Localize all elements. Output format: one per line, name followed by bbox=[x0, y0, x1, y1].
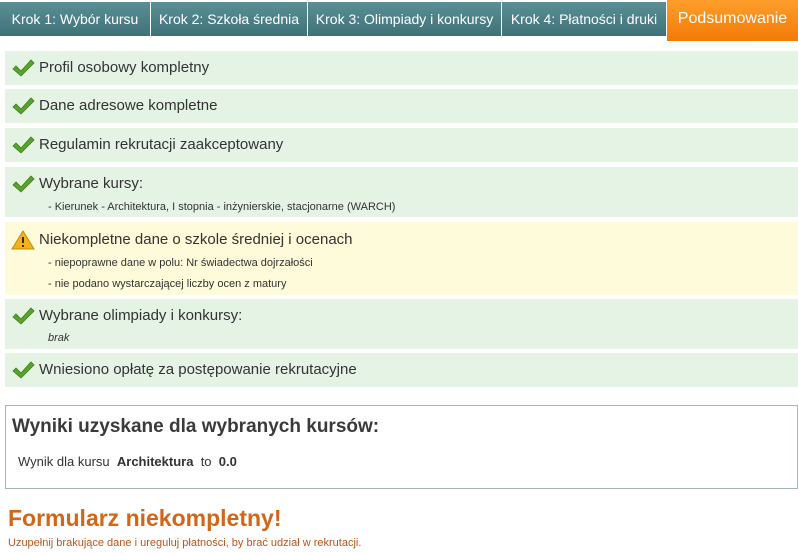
result-course: Architektura bbox=[116, 454, 194, 469]
status-title: Niekompletne dane o szkole średniej i oc… bbox=[39, 231, 353, 248]
form-incomplete-title: Formularz niekompletny! bbox=[8, 505, 282, 531]
status-row-payment: Wniesiono opłatę za postępowanie rekruta… bbox=[5, 352, 798, 387]
status-title: Regulamin rekrutacji zaakceptowany bbox=[39, 136, 284, 153]
checkmark-icon bbox=[12, 361, 35, 379]
status-detail: - niepoprawne dane w polu: Nr świadectwa… bbox=[48, 257, 313, 269]
tab-step-3[interactable]: Krok 3: Olimpiady i konkursy bbox=[308, 2, 502, 36]
status-row-regulations: Regulamin rekrutacji zaakceptowany bbox=[5, 127, 798, 162]
status-row-school: Niekompletne dane o szkole średniej i oc… bbox=[5, 221, 798, 295]
status-detail: brak bbox=[48, 332, 70, 344]
result-middle: to bbox=[200, 454, 212, 469]
tab-step-2[interactable]: Krok 2: Szkoła średnia bbox=[151, 2, 308, 36]
status-row-olympiads: Wybrane olimpiady i konkursy: brak bbox=[5, 298, 798, 349]
status-detail: - Kierunek - Architektura, I stopnia - i… bbox=[48, 201, 396, 213]
tab-summary[interactable]: Podsumowanie bbox=[667, 0, 798, 41]
checkmark-icon bbox=[12, 97, 35, 115]
result-score: 0.0 bbox=[218, 454, 237, 469]
step-tabs: Krok 1: Wybór kursu Krok 2: Szkoła średn… bbox=[0, 0, 798, 41]
status-title: Dane adresowe kompletne bbox=[39, 97, 218, 114]
status-row-courses: Wybrane kursy: - Kierunek - Architektura… bbox=[5, 166, 798, 217]
status-detail: - nie podano wystarczającej liczby ocen … bbox=[48, 278, 287, 290]
tab-step-1[interactable]: Krok 1: Wybór kursu bbox=[0, 2, 151, 36]
status-row-address: Dane adresowe kompletne bbox=[5, 88, 798, 123]
status-title: Wybrane kursy: bbox=[39, 175, 144, 192]
result-prefix: Wynik dla kursu bbox=[18, 454, 110, 469]
checkmark-icon bbox=[12, 307, 35, 325]
results-panel: Wyniki uzyskane dla wybranych kursów: Wy… bbox=[5, 405, 798, 489]
status-title: Wybrane olimpiady i konkursy: bbox=[39, 307, 243, 324]
result-line: Wynik dla kursu Architektura to 0.0 bbox=[18, 454, 237, 469]
form-incomplete-note: Uzupełnij brakujące dane i ureguluj płat… bbox=[8, 537, 362, 549]
status-title: Profil osobowy kompletny bbox=[39, 59, 210, 76]
tab-step-4[interactable]: Krok 4: Płatności i druki bbox=[502, 2, 667, 36]
warning-icon bbox=[11, 230, 35, 250]
checkmark-icon bbox=[12, 175, 35, 193]
status-title: Wniesiono opłatę za postępowanie rekruta… bbox=[39, 361, 357, 378]
checkmark-icon bbox=[12, 59, 35, 77]
results-heading: Wyniki uzyskane dla wybranych kursów: bbox=[12, 416, 380, 437]
checkmark-icon bbox=[12, 136, 35, 154]
status-row-profile: Profil osobowy kompletny bbox=[5, 50, 798, 85]
